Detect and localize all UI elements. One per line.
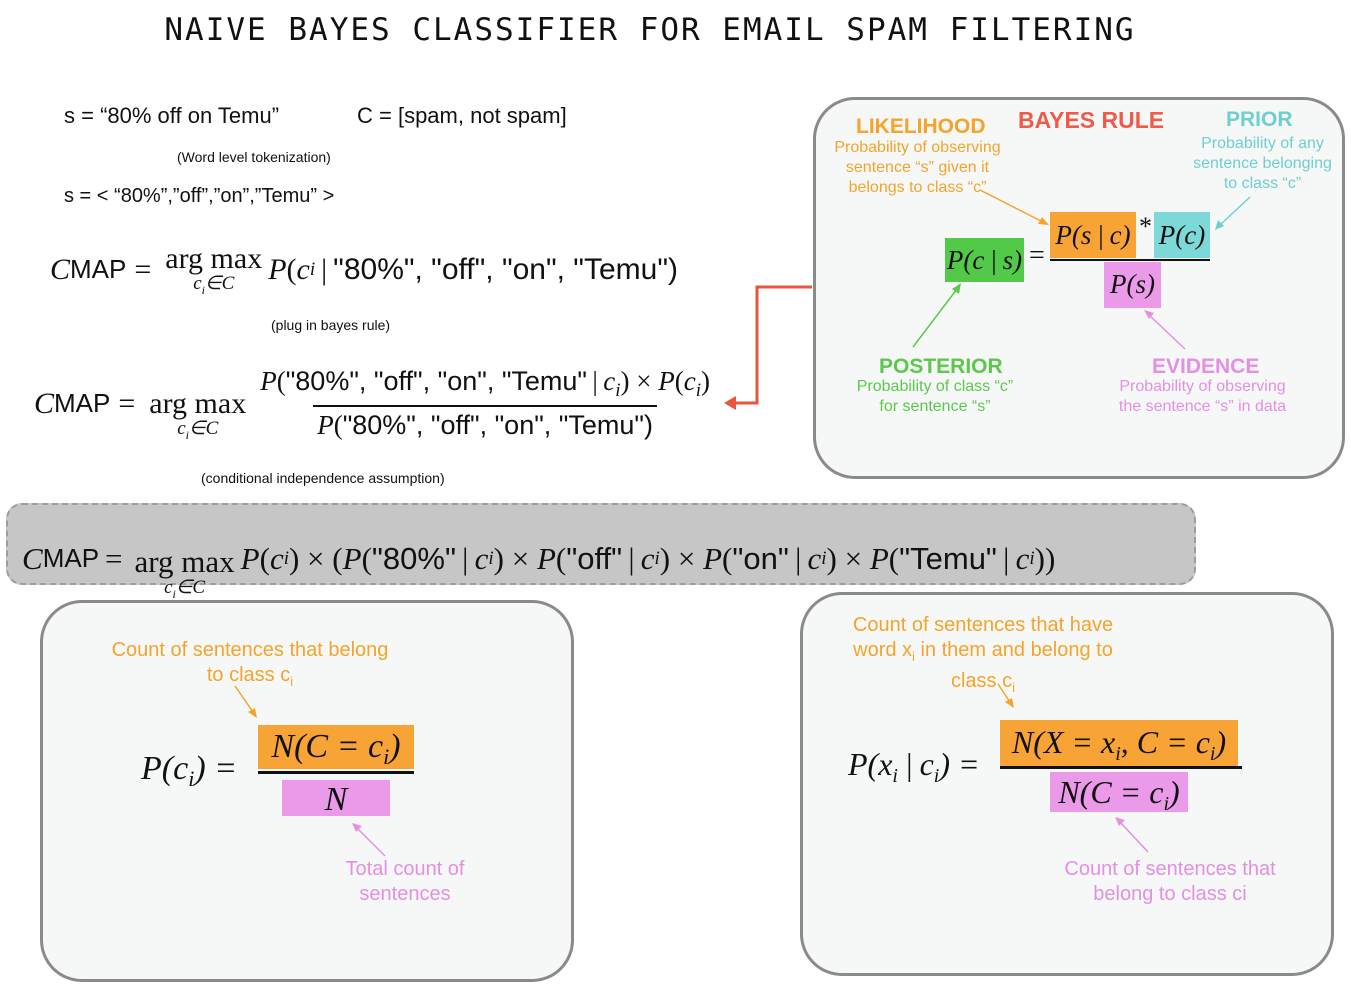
prior-denominator: N <box>282 780 390 818</box>
likelihood-fraction-bar <box>1000 766 1242 769</box>
page-title: NAIVE BAYES CLASSIFIER FOR EMAIL SPAM FI… <box>164 12 1136 48</box>
prior-total-note: Total count of sentences <box>345 858 465 905</box>
class-definition: C = [spam, not spam] <box>357 103 567 128</box>
likelihood-total-arrow <box>1115 817 1149 853</box>
token-list: s = < “80%”,”off”,”on”,”Temu” > <box>64 185 335 207</box>
bayes-to-equation-arrow <box>724 285 812 410</box>
prior-fraction-bar <box>258 771 414 774</box>
independence-note: (conditional independence assumption) <box>201 470 445 486</box>
prior-numerator: N(C = ci) <box>258 725 414 769</box>
likelihood-count-note: Count of sentences that have word xi in … <box>852 614 1114 695</box>
sentence-definition: s = “80% off on Temu” <box>64 103 280 128</box>
cmap-equation-1: C MAP = arg max ci∈C P(c i | "80%", "off", … <box>50 242 678 297</box>
bayes-label-arrows <box>912 189 1251 350</box>
tokenization-note: (Word level tokenization) <box>177 149 331 165</box>
likelihood-numerator: N(X = xi, C = ci) <box>1000 720 1238 766</box>
cmap-equation-2: C MAP = arg max ci∈C P("80%", "off", "on",… <box>34 366 710 442</box>
prior-count-arrow <box>234 685 257 718</box>
likelihood-count-arrow <box>997 683 1014 708</box>
likelihood-lhs: P(xi | ci) = <box>848 746 980 787</box>
bayes-rule-note: (plug in bayes rule) <box>271 317 391 333</box>
cmap-equation-3: C MAP = arg max ci∈C P(c i) × (P("80%" | ci… <box>22 540 1056 601</box>
prior-lhs: P(ci) = <box>141 750 238 791</box>
likelihood-denominator: N(C = ci) <box>1050 772 1188 815</box>
likelihood-total-note: Count of sentences that belong to class … <box>1064 858 1276 905</box>
